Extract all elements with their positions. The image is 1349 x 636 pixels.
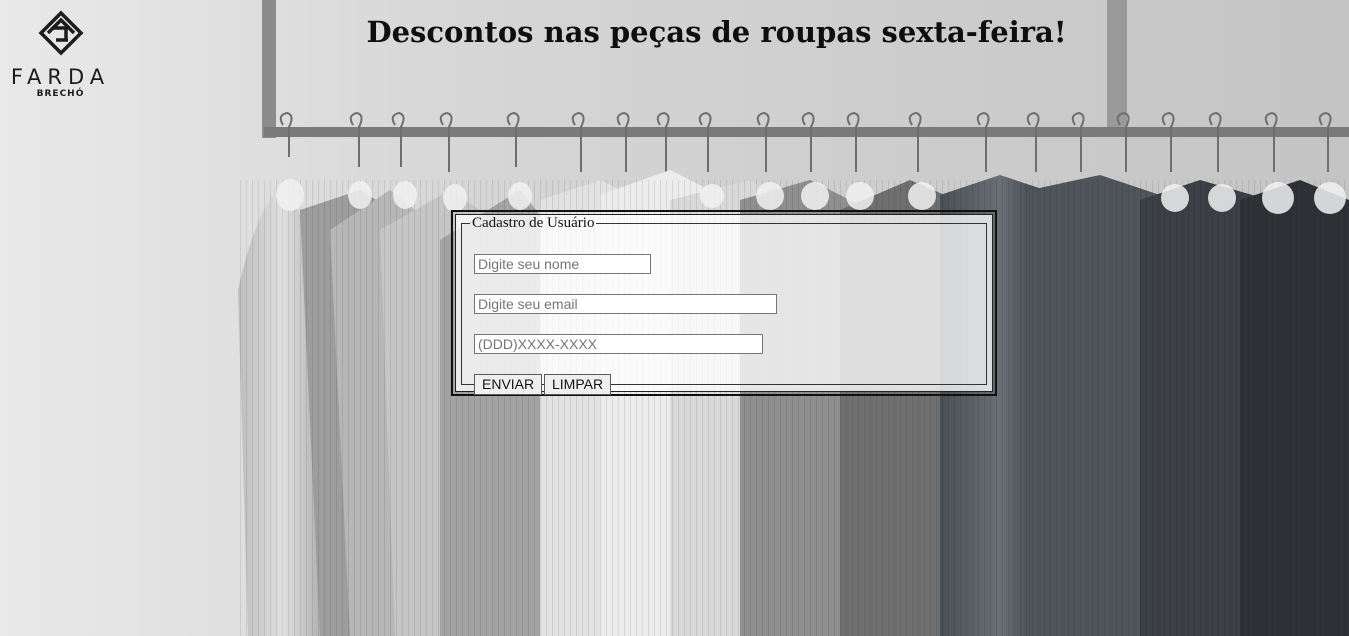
page-headline: Descontos nas peças de roupas sexta-feir… xyxy=(366,15,1067,49)
brand-name: FARDA xyxy=(10,65,111,89)
signup-fieldset: Cadastro de Usuário ENVIAR LIMPAR xyxy=(461,215,987,395)
phone-input[interactable] xyxy=(474,334,763,354)
submit-button[interactable]: ENVIAR xyxy=(474,374,543,395)
signup-form-frame: Cadastro de Usuário ENVIAR LIMPAR xyxy=(451,210,997,396)
brand-subtitle: BRECHÓ xyxy=(36,89,85,99)
email-input[interactable] xyxy=(474,294,777,314)
name-input[interactable] xyxy=(474,254,651,274)
clear-button[interactable]: LIMPAR xyxy=(544,374,612,395)
signup-form-panel: Cadastro de Usuário ENVIAR LIMPAR xyxy=(455,214,993,395)
form-legend: Cadastro de Usuário xyxy=(472,215,595,231)
